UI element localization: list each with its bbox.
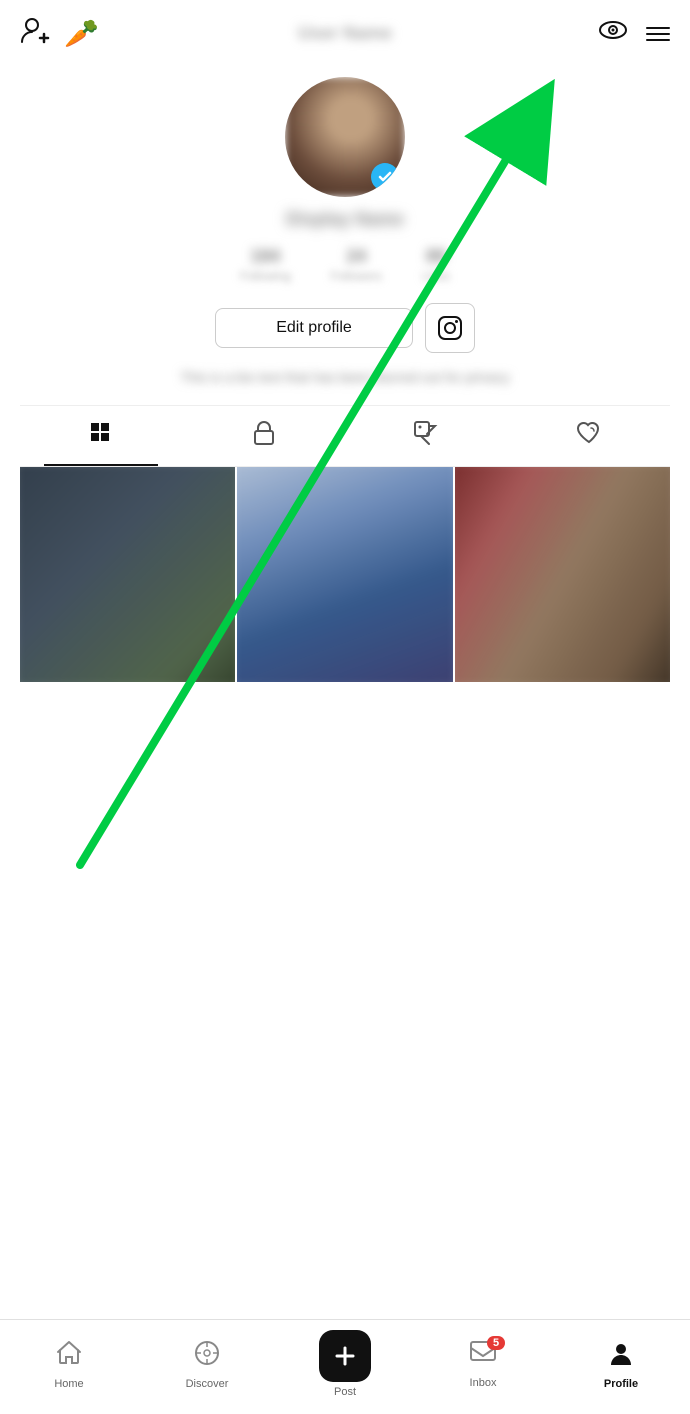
edit-profile-button[interactable]: Edit profile — [215, 308, 413, 348]
content-tabs — [20, 405, 670, 467]
stat-likes: 88 Likes — [422, 246, 450, 283]
username: User Name — [298, 23, 392, 44]
display-name: Display Name — [286, 209, 404, 230]
tab-tagged[interactable] — [345, 406, 508, 466]
grid-item-2[interactable] — [237, 467, 452, 682]
inbox-wrapper: 5 — [469, 1340, 497, 1373]
nav-right — [598, 18, 670, 49]
grid-item-3[interactable] — [455, 467, 670, 682]
tagged-icon — [413, 420, 439, 452]
following-label: Following — [240, 269, 291, 283]
add-user-icon[interactable] — [20, 16, 50, 51]
tab-liked[interactable] — [508, 406, 671, 466]
avatar — [285, 77, 405, 197]
home-label: Home — [54, 1378, 83, 1390]
menu-icon[interactable] — [646, 27, 670, 41]
inbox-badge: 5 — [487, 1336, 505, 1350]
home-icon — [55, 1339, 83, 1374]
nav-profile[interactable]: Profile — [591, 1339, 651, 1390]
top-navigation: 🥕 User Name — [0, 0, 690, 67]
likes-label: Likes — [422, 269, 450, 283]
tab-grid[interactable] — [20, 406, 183, 466]
discover-icon — [193, 1339, 221, 1374]
tab-locked[interactable] — [183, 406, 346, 466]
stat-following: 184 Following — [240, 246, 291, 283]
verified-badge — [371, 163, 399, 191]
post-label: Post — [334, 1386, 356, 1398]
inbox-label: Inbox — [470, 1377, 497, 1389]
likes-count: 88 — [426, 246, 446, 267]
following-count: 184 — [250, 246, 280, 267]
nav-inbox[interactable]: 5 Inbox — [453, 1340, 513, 1389]
empty-space — [0, 702, 690, 1082]
followers-label: Followers — [331, 269, 382, 283]
profile-nav-icon — [607, 1339, 635, 1374]
instagram-button[interactable] — [425, 303, 475, 353]
profile-label: Profile — [604, 1378, 638, 1390]
post-button[interactable] — [319, 1330, 371, 1382]
followers-count: 24 — [346, 246, 366, 267]
stat-followers: 24 Followers — [331, 246, 382, 283]
grid-icon — [89, 421, 113, 451]
lock-icon — [253, 420, 275, 452]
profile-buttons: Edit profile — [215, 303, 475, 353]
carrot-icon[interactable]: 🥕 — [64, 17, 99, 50]
nav-discover[interactable]: Discover — [177, 1339, 237, 1390]
bottom-navigation: Home Discover Post — [0, 1319, 690, 1414]
nav-post[interactable]: Post — [315, 1330, 375, 1398]
bio-text: This is a bio text that has been blurred… — [180, 369, 509, 385]
discover-label: Discover — [186, 1378, 229, 1390]
nav-home[interactable]: Home — [39, 1339, 99, 1390]
profile-section: Display Name 184 Following 24 Followers … — [0, 67, 690, 702]
nav-left: 🥕 — [20, 16, 99, 51]
liked-icon — [576, 421, 602, 451]
eye-icon[interactable] — [598, 18, 628, 49]
photo-grid — [20, 467, 670, 682]
grid-item-1[interactable] — [20, 467, 235, 682]
stats-row: 184 Following 24 Followers 88 Likes — [240, 246, 450, 283]
